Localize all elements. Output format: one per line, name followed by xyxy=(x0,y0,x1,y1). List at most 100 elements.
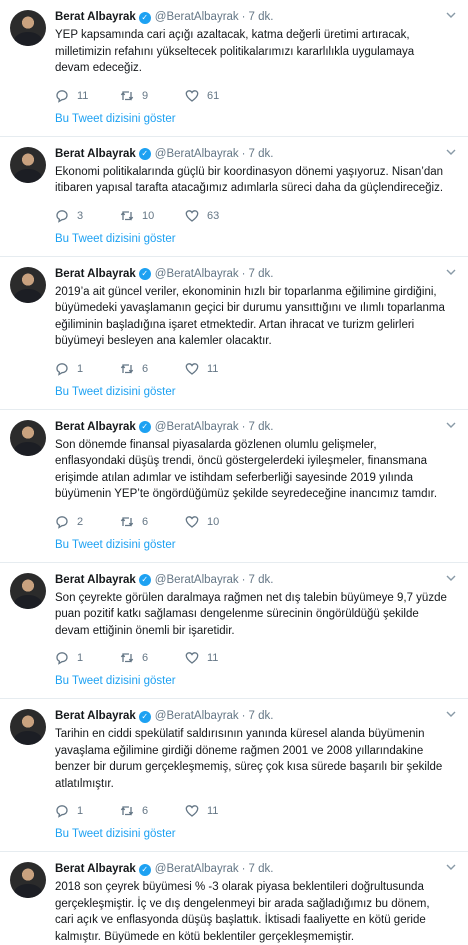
retweet-button[interactable]: 6 xyxy=(120,804,185,818)
reply-count: 2 xyxy=(77,515,84,528)
separator-dot: · xyxy=(241,267,246,280)
heart-icon xyxy=(185,362,199,375)
reply-icon xyxy=(56,209,68,223)
avatar[interactable] xyxy=(10,709,46,745)
like-button[interactable]: 10 xyxy=(185,515,250,529)
verified-icon: ✓ xyxy=(138,148,151,160)
like-count: 11 xyxy=(207,652,219,664)
chevron-down-icon[interactable] xyxy=(446,267,456,277)
retweet-count: 9 xyxy=(142,89,149,102)
reply-button[interactable]: 1 xyxy=(55,651,120,665)
chevron-down-icon[interactable] xyxy=(446,709,456,719)
show-thread-link[interactable]: Bu Tweet dizisini göster xyxy=(55,673,458,698)
tweet[interactable]: Berat Albayrak ✓ @BeratAlbayrak · 7 dk. … xyxy=(0,852,468,945)
separator-dot: · xyxy=(241,147,246,160)
show-thread-link[interactable]: Bu Tweet dizisini göster xyxy=(55,111,458,136)
like-button[interactable]: 63 xyxy=(185,209,250,223)
like-count: 63 xyxy=(207,209,220,222)
tweet-header: Berat Albayrak ✓ @BeratAlbayrak · 7 dk. xyxy=(55,10,458,25)
reply-icon xyxy=(56,805,68,818)
author-handle[interactable]: @BeratAlbayrak xyxy=(155,420,239,435)
timestamp[interactable]: 7 dk. xyxy=(249,267,274,282)
retweet-icon xyxy=(120,210,134,221)
timestamp[interactable]: 7 dk. xyxy=(249,862,274,877)
tweet[interactable]: Berat Albayrak ✓ @BeratAlbayrak · 7 dk. … xyxy=(0,0,468,137)
retweet-button[interactable]: 6 xyxy=(120,515,185,529)
tweet-header: Berat Albayrak ✓ @BeratAlbayrak · 7 dk. xyxy=(55,420,458,435)
retweet-count: 6 xyxy=(142,515,149,528)
like-button[interactable]: 61 xyxy=(185,89,250,103)
retweet-count: 6 xyxy=(142,362,149,375)
tweet-header: Berat Albayrak ✓ @BeratAlbayrak · 7 dk. xyxy=(55,573,458,588)
author-name[interactable]: Berat Albayrak xyxy=(55,709,136,724)
tweet[interactable]: Berat Albayrak ✓ @BeratAlbayrak · 7 dk. … xyxy=(0,137,468,257)
timestamp[interactable]: 7 dk. xyxy=(249,573,274,588)
author-name[interactable]: Berat Albayrak xyxy=(55,862,136,877)
tweet[interactable]: Berat Albayrak ✓ @BeratAlbayrak · 7 dk. … xyxy=(0,699,468,852)
heart-icon xyxy=(185,89,199,102)
reply-icon xyxy=(56,89,68,103)
author-handle[interactable]: @BeratAlbayrak xyxy=(155,573,239,588)
reply-button[interactable]: 11 xyxy=(55,89,120,103)
timestamp[interactable]: 7 dk. xyxy=(249,147,274,162)
retweet-button[interactable]: 6 xyxy=(120,651,185,665)
chevron-down-icon[interactable] xyxy=(446,420,456,430)
tweet[interactable]: Berat Albayrak ✓ @BeratAlbayrak · 7 dk. … xyxy=(0,257,468,410)
show-thread-link[interactable]: Bu Tweet dizisini göster xyxy=(55,826,458,851)
reply-count: 1 xyxy=(77,362,84,375)
chevron-down-icon[interactable] xyxy=(446,862,456,872)
reply-button[interactable]: 1 xyxy=(55,362,120,376)
author-handle[interactable]: @BeratAlbayrak xyxy=(155,862,239,877)
avatar[interactable] xyxy=(10,146,46,183)
retweet-button[interactable]: 6 xyxy=(120,362,185,376)
retweet-icon xyxy=(120,363,134,374)
verified-icon: ✓ xyxy=(138,421,151,433)
show-thread-link[interactable]: Bu Tweet dizisini göster xyxy=(55,231,458,256)
like-button[interactable]: 11 xyxy=(185,362,250,376)
verified-icon: ✓ xyxy=(138,11,151,24)
author-handle[interactable]: @BeratAlbayrak xyxy=(155,10,239,25)
reply-count: 11 xyxy=(77,89,89,102)
author-name[interactable]: Berat Albayrak xyxy=(55,420,136,435)
tweet[interactable]: Berat Albayrak ✓ @BeratAlbayrak · 7 dk. … xyxy=(0,563,468,699)
chevron-down-icon[interactable] xyxy=(446,147,456,157)
author-handle[interactable]: @BeratAlbayrak xyxy=(155,147,239,162)
show-thread-link[interactable]: Bu Tweet dizisini göster xyxy=(55,537,458,562)
retweet-icon xyxy=(120,806,134,816)
reply-button[interactable]: 2 xyxy=(55,515,120,529)
timestamp[interactable]: 7 dk. xyxy=(249,10,274,25)
author-handle[interactable]: @BeratAlbayrak xyxy=(155,709,239,724)
like-count: 10 xyxy=(207,515,220,528)
tweet-header: Berat Albayrak ✓ @BeratAlbayrak · 7 dk. xyxy=(55,862,458,877)
timestamp[interactable]: 7 dk. xyxy=(249,420,274,435)
avatar[interactable] xyxy=(10,862,46,898)
tweet[interactable]: Berat Albayrak ✓ @BeratAlbayrak · 7 dk. … xyxy=(0,410,468,563)
author-handle[interactable]: @BeratAlbayrak xyxy=(155,267,239,282)
chevron-down-icon[interactable] xyxy=(446,10,456,20)
show-thread-link[interactable]: Bu Tweet dizisini göster xyxy=(55,384,458,409)
reply-button[interactable]: 1 xyxy=(55,804,120,818)
reply-button[interactable]: 3 xyxy=(55,209,120,223)
author-name[interactable]: Berat Albayrak xyxy=(55,10,136,25)
retweet-button[interactable]: 10 xyxy=(120,209,185,223)
author-name[interactable]: Berat Albayrak xyxy=(55,267,136,282)
like-button[interactable]: 11 xyxy=(185,651,250,665)
tweet-text: Tarihin en ciddi spekülatif saldırısının… xyxy=(55,728,443,790)
author-name[interactable]: Berat Albayrak xyxy=(55,573,136,588)
retweet-icon xyxy=(120,90,134,101)
avatar[interactable] xyxy=(10,10,46,46)
like-button[interactable]: 11 xyxy=(185,804,250,818)
like-count: 11 xyxy=(207,362,219,375)
retweet-button[interactable]: 9 xyxy=(120,89,185,103)
chevron-down-icon[interactable] xyxy=(446,573,456,583)
reply-count: 1 xyxy=(77,805,84,817)
author-name[interactable]: Berat Albayrak xyxy=(55,147,136,162)
avatar[interactable] xyxy=(10,572,46,609)
avatar[interactable] xyxy=(10,419,46,456)
like-count: 11 xyxy=(207,805,219,817)
timestamp[interactable]: 7 dk. xyxy=(249,709,274,724)
heart-icon xyxy=(185,652,199,664)
heart-icon xyxy=(185,515,199,528)
tweet-text: Ekonomi politikalarında güçlü bir koordi… xyxy=(55,165,444,195)
avatar[interactable] xyxy=(10,266,46,303)
